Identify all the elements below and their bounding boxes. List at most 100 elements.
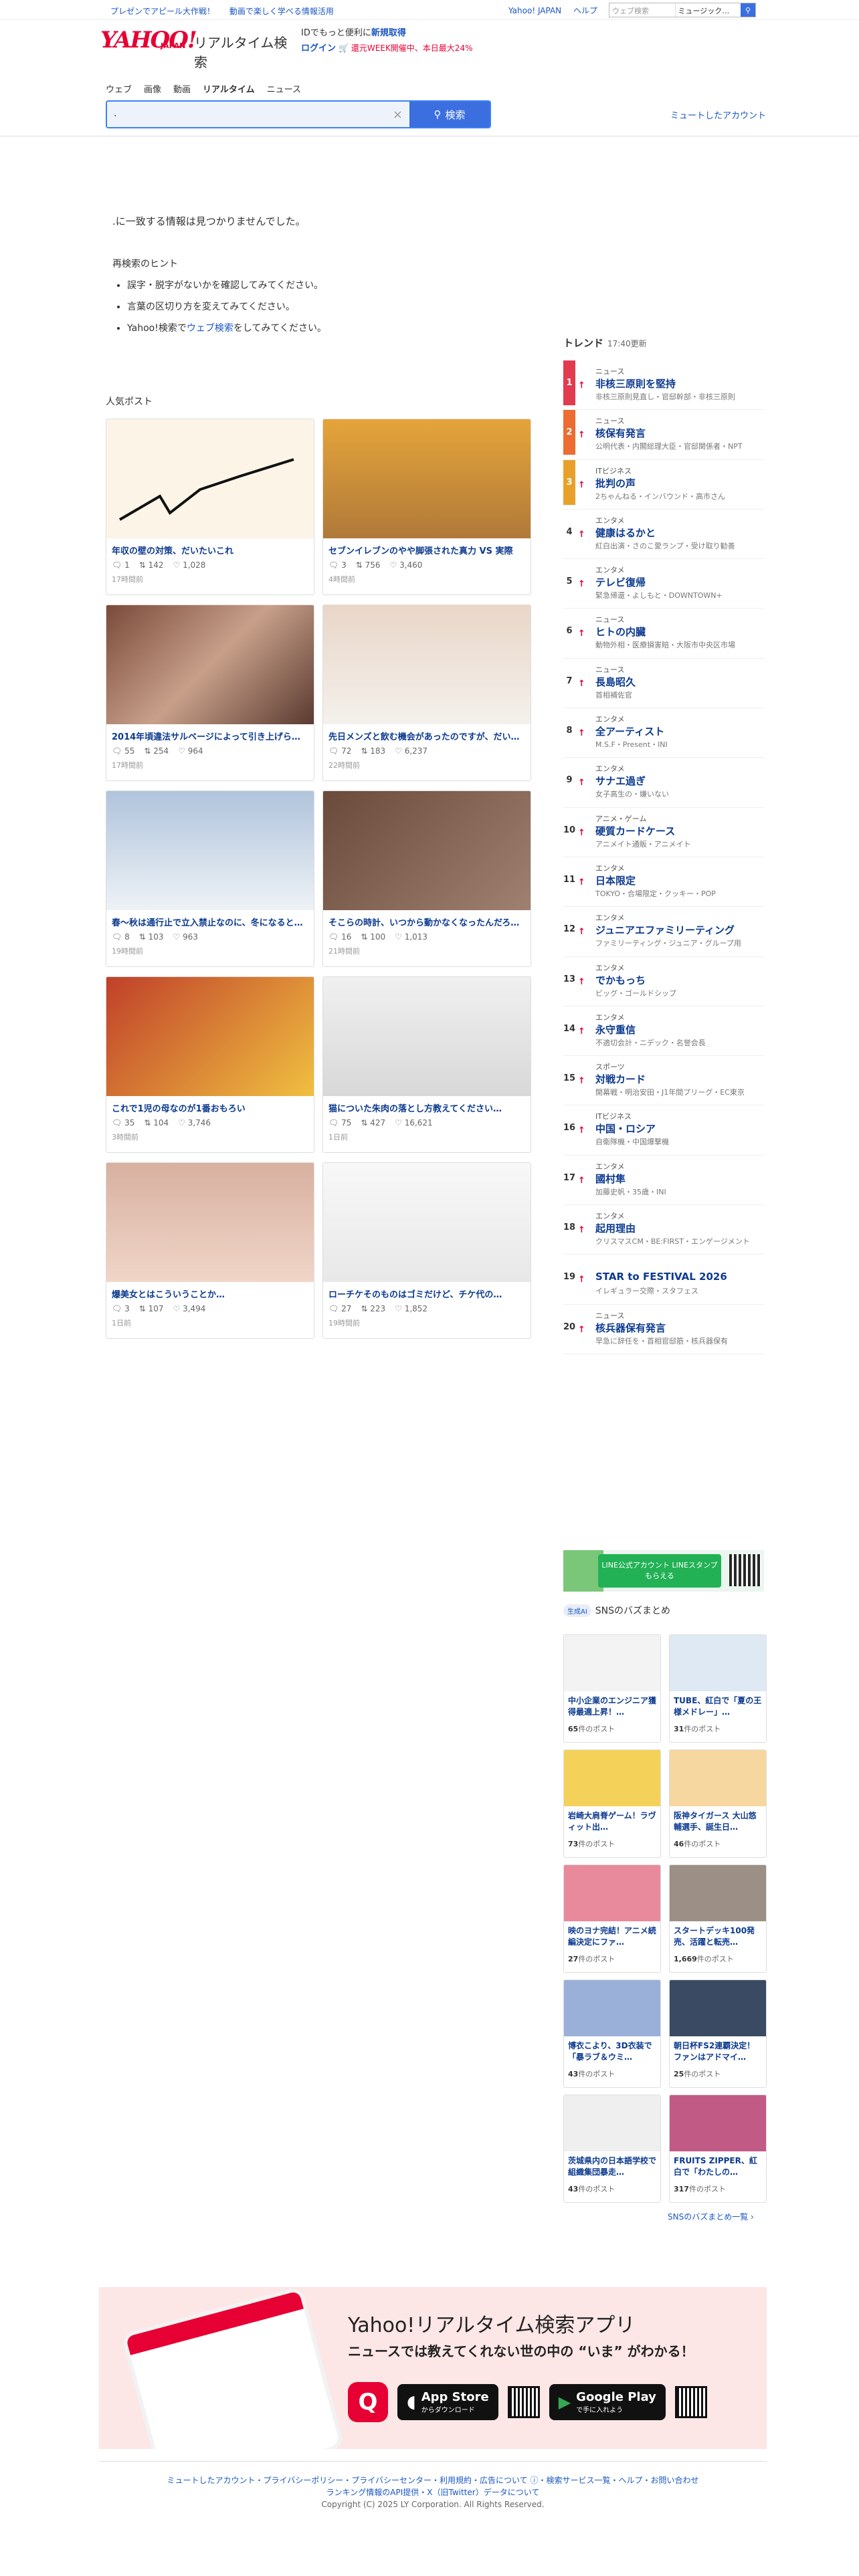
login-link[interactable]: ログイン (301, 43, 336, 53)
promo-link-1[interactable]: プレゼンでアピール大作戦！ (110, 7, 215, 16)
trend-item[interactable]: 8 ↑ エンタメ 全アーティスト M.S.F・Present・INI (563, 708, 764, 758)
trend-keyword[interactable]: サナエ過ぎ (595, 774, 646, 788)
top-search-value[interactable]: ミュージック… (676, 3, 741, 17)
sns-more-link[interactable]: SNSのバズまとめ一覧 › (668, 2211, 754, 2222)
trend-keyword[interactable]: 永守重信 (595, 1023, 636, 1037)
register-link[interactable]: 新規取得 (371, 28, 406, 38)
repost-count[interactable]: ⇅ 104 (144, 1118, 169, 1128)
tab-realtime[interactable]: リアルタイム (203, 82, 255, 95)
sns-card[interactable]: FRUITS ZIPPER、紅白で「わたしの… 317件のポスト (669, 2095, 767, 2203)
trend-keyword[interactable]: 非核三原則を堅持 (595, 377, 676, 391)
sns-title[interactable]: 茨城県内の日本語学校で組織集団暴走… (564, 2151, 660, 2181)
sns-card[interactable]: TUBE、紅白で「夏の王様メドレー」… 31件のポスト (669, 1634, 767, 1743)
post-title[interactable]: 猫についた朱肉の落とし方教えてください… (323, 1096, 531, 1114)
trend-item[interactable]: 11 ↑ エンタメ 日本限定 TOKYO・合場限定・クッキー・POP (563, 857, 764, 907)
like-count[interactable]: ♡ 3,460 (389, 560, 422, 570)
trend-keyword[interactable]: 長島昭久 (595, 675, 636, 689)
top-search-button[interactable]: ⚲ (741, 3, 755, 17)
reply-count[interactable]: 🗨 75 (328, 1118, 351, 1128)
like-count[interactable]: ♡ 1,852 (395, 1304, 427, 1313)
repost-count[interactable]: ⇅ 100 (361, 932, 385, 942)
reply-count[interactable]: 🗨 3 (328, 560, 347, 570)
trend-item[interactable]: 5 ↑ エンタメ テレビ復帰 緊急帰還・よしもと・DOWNTOWN+ (563, 559, 764, 609)
post-title[interactable]: そこらの時計、いつから動かなくなったんだろ… (323, 910, 531, 928)
post-card[interactable]: 年収の壁の対策、だいたいこれ 🗨 1 ⇅ 142 ♡ 1,028 17時間前 (106, 419, 314, 595)
help-link[interactable]: ヘルプ (573, 6, 597, 15)
post-card[interactable]: 先日メンズと飲む機会があったのですが、だいた… 🗨 72 ⇅ 183 ♡ 6,237 2… (322, 605, 531, 781)
like-count[interactable]: ♡ 16,621 (395, 1118, 433, 1128)
tab-web[interactable]: ウェブ (106, 82, 132, 95)
sns-title[interactable]: FRUITS ZIPPER、紅白で「わたしの… (670, 2151, 766, 2181)
trend-keyword[interactable]: 國村隼 (595, 1172, 626, 1186)
trend-item[interactable]: 17 ↑ エンタメ 國村隼 加藤史帆・35歳・INI (563, 1156, 764, 1206)
repost-count[interactable]: ⇅ 756 (356, 560, 381, 570)
trend-keyword[interactable]: 対戦カード (595, 1072, 646, 1086)
clear-icon[interactable]: × (393, 108, 403, 122)
reply-count[interactable]: 🗨 35 (112, 1118, 134, 1128)
search-input[interactable]: . × (107, 102, 409, 127)
post-title[interactable]: 先日メンズと飲む機会があったのですが、だいた… (323, 724, 531, 742)
post-card[interactable]: そこらの時計、いつから動かなくなったんだろ… 🗨 16 ⇅ 100 ♡ 1,013 21… (322, 790, 531, 967)
trend-item[interactable]: 6 ↑ ニュース ヒトの内臓 動物外相・医療損害賠・大阪市中央区市場 (563, 609, 764, 659)
trend-keyword[interactable]: でかもっち (595, 973, 646, 987)
trend-item[interactable]: 16 ↑ ITビジネス 中国・ロシア 自衛隊機・中国爆撃機 (563, 1105, 764, 1156)
tab-images[interactable]: 画像 (144, 82, 161, 95)
trend-keyword[interactable]: 日本限定 (595, 873, 636, 887)
trend-item[interactable]: 7 ↑ ニュース 長島昭久 首相補佐官 (563, 659, 764, 709)
app-banner[interactable]: Yahoo!リアルタイム検索アプリ ニュースでは教えてくれない世の中の “いま”… (99, 2287, 767, 2449)
like-count[interactable]: ♡ 3,746 (178, 1118, 211, 1128)
post-card[interactable]: 爆美女とはこういうことか… 🗨 3 ⇅ 107 ♡ 3,494 1日前 (106, 1162, 314, 1339)
sns-card[interactable]: 朝日杯FS2連覇決定！ファンはアドマイ… 25件のポスト (669, 1979, 767, 2088)
yahoo-logo[interactable]: YAHOO! JAPAN リアルタイム検索 (100, 27, 294, 70)
yahoo-japan-link[interactable]: Yahoo! JAPAN (508, 6, 561, 15)
post-card[interactable]: 猫についた朱肉の落とし方教えてください… 🗨 75 ⇅ 427 ♡ 16,621 1日前 (322, 976, 531, 1153)
reply-count[interactable]: 🗨 55 (112, 746, 134, 756)
trend-item[interactable]: 2 ↑ ニュース 核保有発言 公明代表・内閣総理大臣・官邸関係者・NPT (563, 410, 764, 460)
like-count[interactable]: ♡ 963 (173, 932, 197, 942)
repost-count[interactable]: ⇅ 103 (139, 932, 164, 942)
app-store-button[interactable]: ◖ App Store からダウンロード (397, 2384, 498, 2420)
trend-keyword[interactable]: ヒトの内臓 (595, 625, 646, 639)
post-title[interactable]: 2014年頃違法サルベージによって引き上げられた旧日… (106, 724, 314, 742)
trend-keyword[interactable]: 硬質カードケース (595, 824, 675, 838)
trend-keyword[interactable]: 健康はるかと (595, 526, 656, 540)
footer-links[interactable]: ミュートしたアカウント・プライバシーポリシー・プライバシーセンター・利用規約・広… (99, 2474, 767, 2486)
top-search-input[interactable]: ウェブ検索 (609, 3, 676, 17)
promo-link-2[interactable]: 動画で楽しく学べる情報活用 (229, 7, 334, 16)
like-count[interactable]: ♡ 1,013 (395, 932, 427, 942)
sns-title[interactable]: 博衣こより、3D衣装で「暴ラブ＆ウミ… (564, 2036, 660, 2066)
repost-count[interactable]: ⇅ 183 (361, 746, 385, 756)
promo-banner-text[interactable]: 🛒 還元WEEK開催中、本日最大24% (339, 43, 472, 53)
sns-title[interactable]: TUBE、紅白で「夏の王様メドレー」… (670, 1691, 766, 1721)
trend-keyword[interactable]: 核兵器保有発言 (595, 1321, 666, 1335)
tab-news[interactable]: ニュース (267, 82, 301, 95)
trend-item[interactable]: 9 ↑ エンタメ サナエ過ぎ 女子高生の・嫌いない (563, 758, 764, 808)
like-count[interactable]: ♡ 6,237 (395, 746, 427, 756)
post-card[interactable]: 春〜秋は通行止で立入禁止なのに、冬になると… 🗨 8 ⇅ 103 ♡ 963 19時間前 (106, 790, 314, 967)
like-count[interactable]: ♡ 1,028 (173, 560, 205, 570)
reply-count[interactable]: 🗨 72 (328, 746, 351, 756)
tab-video[interactable]: 動画 (173, 82, 191, 95)
muted-accounts-link[interactable]: ミュートしたアカウント (670, 108, 766, 121)
repost-count[interactable]: ⇅ 107 (139, 1304, 164, 1313)
footer-links-2[interactable]: ランキング情報のAPI提供・X（旧Twitter）データについて (99, 2486, 767, 2498)
trend-item[interactable]: 12 ↑ エンタメ ジュニアエファミリーティング ファミリーティング・ジュニア・グループ… (563, 907, 764, 957)
trend-keyword[interactable]: 全アーティスト (595, 724, 664, 738)
sns-card[interactable]: 岩崎大肩脊ゲーム！ラヴィット出… 73件のポスト (563, 1749, 661, 1858)
sns-card[interactable]: 茨城県内の日本語学校で組織集団暴走… 43件のポスト (563, 2095, 661, 2203)
post-title[interactable]: ローチケそのものはゴミだけど、チケ代の… (323, 1282, 531, 1300)
like-count[interactable]: ♡ 3,494 (173, 1304, 205, 1313)
trend-item[interactable]: 13 ↑ エンタメ でかもっち ビッグ・ゴールドシップ (563, 957, 764, 1006)
sns-title[interactable]: 中小企業のエンジニア獲得最適上昇！… (564, 1691, 660, 1721)
trend-item[interactable]: 20 ↑ ニュース 核兵器保有発言 早急に辞任を・首相官邸筋・核兵器保有 (563, 1305, 764, 1354)
trend-item[interactable]: 3 ↑ ITビジネス 批判の声 2ちゃんねる・インバウンド・高市さん (563, 459, 764, 510)
google-play-button[interactable]: ▶ Google Play で手に入れよう (549, 2384, 666, 2420)
trend-item[interactable]: 1 ↑ ニュース 非核三原則を堅持 非核三原則見直し・官邸幹部・非核三原則 (563, 360, 764, 411)
post-title[interactable]: 爆美女とはこういうことか… (106, 1282, 314, 1300)
post-card[interactable]: これで1児の母なのが1番おもろい 🗨 35 ⇅ 104 ♡ 3,746 3時間前 (106, 976, 314, 1153)
post-card[interactable]: セブンイレブンのやや脚張された真力 VS 実際 🗨 3 ⇅ 756 ♡ 3,460 4時… (322, 419, 531, 595)
trend-item[interactable]: 15 ↑ スポーツ 対戦カード 開幕戦・明治安田・J1年間プリーグ・EC東京 (563, 1056, 764, 1106)
sns-title[interactable]: 朝日杯FS2連覇決定！ファンはアドマイ… (670, 2036, 766, 2066)
search-button[interactable]: ⚲ 検索 (409, 102, 490, 127)
post-card[interactable]: ローチケそのものはゴミだけど、チケ代の… 🗨 27 ⇅ 223 ♡ 1,852 19時間… (322, 1162, 531, 1339)
